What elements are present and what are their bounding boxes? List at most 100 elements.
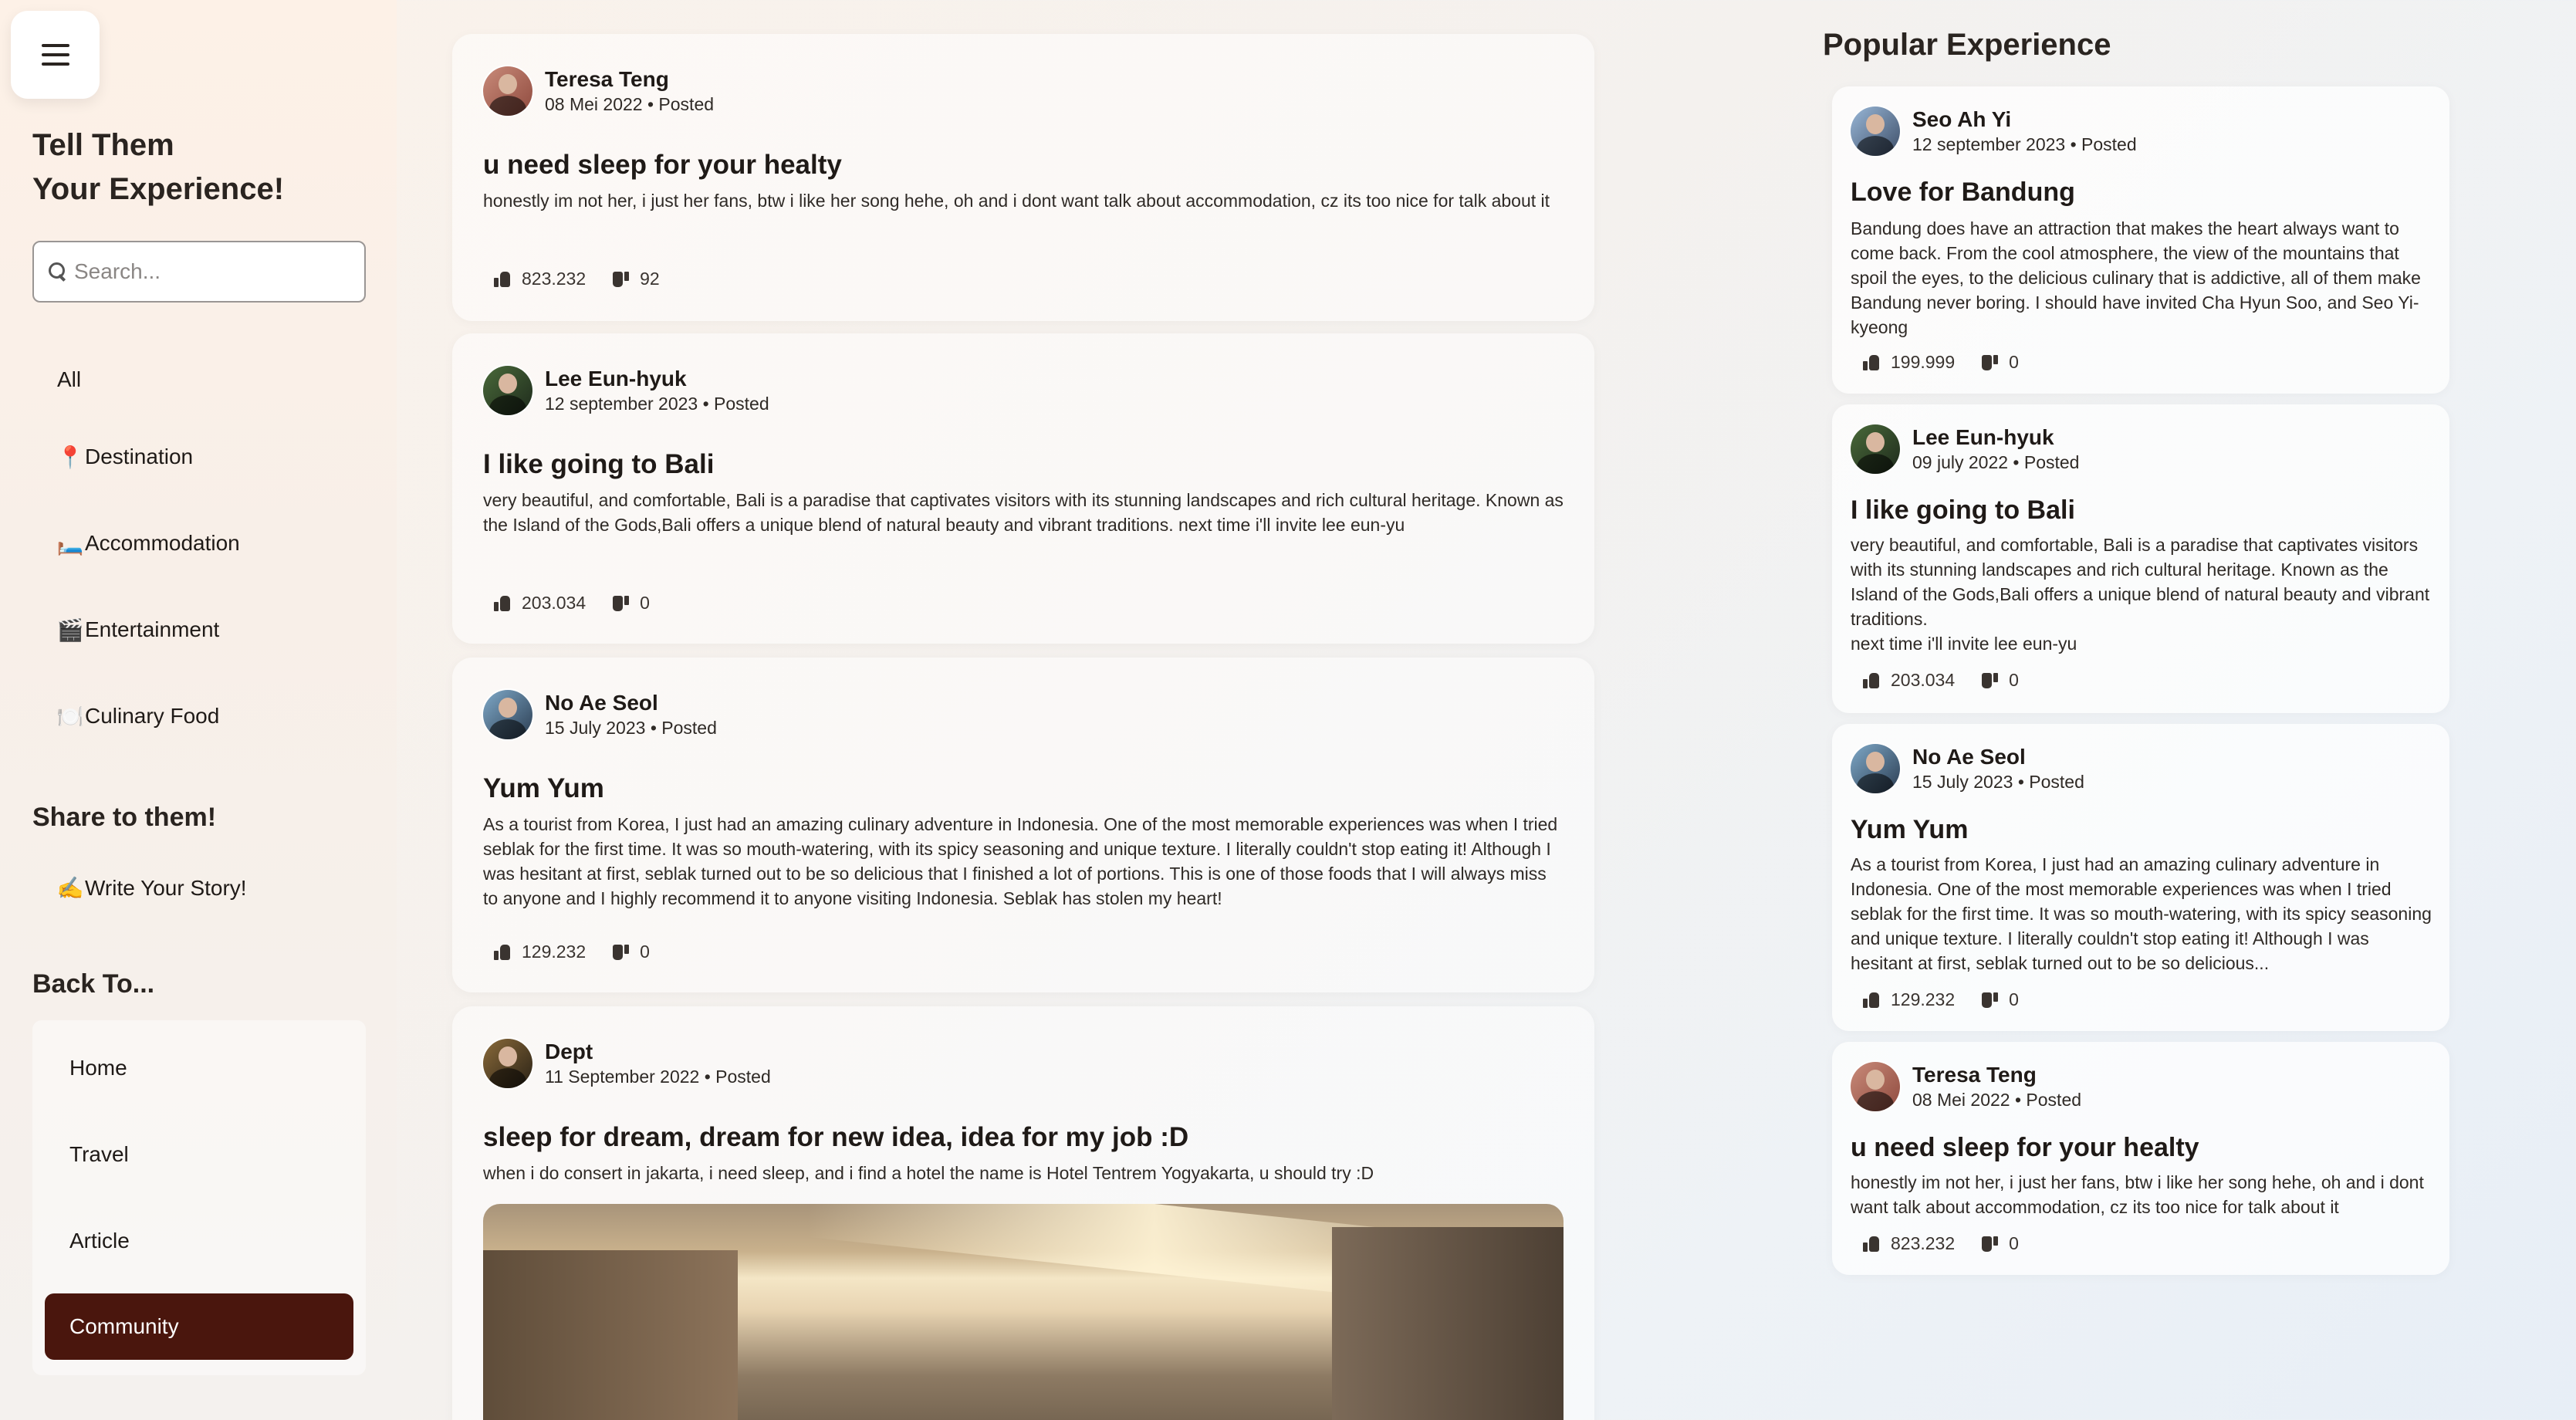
post-meta: 12 september 2023 • Posted (545, 394, 769, 414)
post-card[interactable]: No Ae Seol 15 July 2023 • Posted Yum Yum… (452, 658, 1594, 992)
nav-community[interactable]: Community (45, 1293, 353, 1360)
popular-card[interactable]: Seo Ah Yi 12 september 2023 • Posted Lov… (1832, 86, 2449, 394)
author-name[interactable]: Lee Eun-hyuk (1912, 424, 2079, 451)
thumbs-down-icon[interactable] (612, 272, 629, 287)
post-title[interactable]: sleep for dream, dream for new idea, ide… (483, 1122, 1188, 1153)
nav-article[interactable]: Article (69, 1229, 130, 1253)
post-image-hotel-corridor[interactable] (483, 1204, 1564, 1420)
thumbs-up-icon[interactable] (1863, 992, 1880, 1008)
like-count: 129.232 (522, 942, 587, 962)
avatar[interactable] (1851, 106, 1900, 156)
post-meta: 11 September 2022 • Posted (545, 1067, 771, 1087)
category-culinary-food[interactable]: 🍽️ Culinary Food (32, 673, 372, 759)
post-meta: 09 july 2022 • Posted (1912, 452, 2080, 472)
post-title[interactable]: Yum Yum (1851, 815, 1968, 845)
post-card[interactable]: Lee Eun-hyuk 12 september 2023 • Posted … (452, 333, 1594, 644)
post-title[interactable]: I like going to Bali (1851, 495, 2075, 526)
post-author: Teresa Teng 08 Mei 2022 • Posted (483, 66, 714, 116)
post-body: As a tourist from Korea, I just had an a… (1851, 854, 2432, 973)
post-title[interactable]: Love for Bandung (1851, 178, 2075, 208)
category-all[interactable]: All (32, 346, 372, 414)
plate-icon: 🍽️ (56, 704, 84, 729)
thumbs-down-icon[interactable] (1981, 355, 1998, 370)
post-title[interactable]: u need sleep for your healty (1851, 1133, 2199, 1163)
thumbs-up-icon[interactable] (494, 944, 511, 960)
thumbs-up-icon[interactable] (1863, 672, 1880, 688)
category-entertainment[interactable]: 🎬 Entertainment (32, 587, 372, 673)
author-name[interactable]: Lee Eun-hyuk (545, 366, 769, 392)
post-meta: 08 Mei 2022 • Posted (1912, 1090, 2082, 1110)
post-body: As a tourist from Korea, I just had an a… (483, 814, 1558, 908)
popular-card[interactable]: Teresa Teng 08 Mei 2022 • Posted u need … (1832, 1042, 2449, 1275)
popular-card[interactable]: Lee Eun-hyuk 09 july 2022 • Posted I lik… (1832, 404, 2449, 713)
thumbs-up-icon[interactable] (1863, 1236, 1880, 1252)
post-reactions: 129.232 0 (1863, 989, 2019, 1010)
author-name[interactable]: No Ae Seol (1912, 744, 2084, 770)
like-count: 203.034 (1891, 670, 1956, 690)
popular-card[interactable]: No Ae Seol 15 July 2023 • Posted Yum Yum… (1832, 724, 2449, 1031)
post-body: very beautiful, and comfortable, Bali is… (1851, 532, 2434, 656)
thumbs-down-icon[interactable] (1981, 1236, 1998, 1252)
menu-button[interactable] (11, 11, 100, 99)
sidebar-title-line1: Tell Them (32, 128, 174, 162)
post-author: No Ae Seol 15 July 2023 • Posted (483, 690, 717, 739)
popular-title: Popular Experience (1823, 28, 2111, 62)
post-card[interactable]: Teresa Teng 08 Mei 2022 • Posted u need … (452, 34, 1594, 321)
post-card[interactable]: Dept 11 September 2022 • Posted sleep fo… (452, 1006, 1594, 1420)
author-name[interactable]: Dept (545, 1039, 771, 1065)
sidebar-title-line2: Your Experience! (32, 172, 285, 206)
bed-icon: 🛏️ (56, 531, 84, 556)
nav-travel[interactable]: Travel (69, 1142, 129, 1167)
avatar[interactable] (1851, 1062, 1900, 1111)
search-input[interactable] (74, 259, 360, 284)
category-destination[interactable]: 📍 Destination (32, 414, 372, 500)
dislike-count: 0 (2009, 1233, 2019, 1253)
author-name[interactable]: Teresa Teng (545, 66, 714, 93)
like-count: 203.034 (522, 593, 587, 613)
post-meta: 15 July 2023 • Posted (1912, 772, 2084, 792)
thumbs-up-icon[interactable] (1863, 354, 1880, 370)
author-name[interactable]: No Ae Seol (545, 690, 717, 716)
avatar[interactable] (483, 690, 532, 739)
category-label: All (57, 367, 82, 391)
post-title[interactable]: I like going to Bali (483, 449, 714, 480)
like-count: 823.232 (522, 269, 587, 289)
write-story-link[interactable]: ✍️ Write Your Story! (57, 875, 247, 901)
thumbs-down-icon[interactable] (612, 596, 629, 611)
thumbs-up-icon[interactable] (494, 595, 511, 611)
hamburger-icon (41, 44, 69, 66)
avatar[interactable] (1851, 424, 1900, 474)
post-reactions: 203.034 0 (494, 593, 650, 614)
pin-icon: 📍 (56, 445, 84, 469)
post-author: Teresa Teng 08 Mei 2022 • Posted (1851, 1062, 2081, 1111)
author-name[interactable]: Teresa Teng (1912, 1062, 2081, 1088)
post-body: very beautiful, and comfortable, Bali is… (483, 490, 1564, 535)
sidebar-title: Tell Them Your Experience! (32, 123, 372, 211)
write-story-label: Write Your Story! (85, 875, 247, 900)
share-title: Share to them! (32, 803, 217, 832)
post-reactions: 823.232 92 (494, 269, 660, 289)
dislike-count: 0 (640, 593, 650, 613)
avatar[interactable] (1851, 744, 1900, 793)
avatar[interactable] (483, 66, 532, 116)
dislike-count: 0 (640, 942, 650, 962)
thumbs-up-icon[interactable] (494, 271, 511, 287)
thumbs-down-icon[interactable] (612, 945, 629, 960)
post-meta: 12 september 2023 • Posted (1912, 134, 2137, 154)
search-icon (48, 262, 68, 282)
nav-home[interactable]: Home (69, 1056, 127, 1080)
avatar[interactable] (483, 1039, 532, 1088)
post-title[interactable]: Yum Yum (483, 773, 604, 804)
search-box (32, 241, 366, 303)
category-accommodation[interactable]: 🛏️ Accommodation (32, 500, 372, 587)
avatar[interactable] (483, 366, 532, 415)
post-title[interactable]: u need sleep for your healty (483, 150, 842, 181)
clapperboard-icon: 🎬 (56, 617, 84, 642)
like-count: 823.232 (1891, 1233, 1956, 1253)
post-body: honestly im not her, i just her fans, bt… (483, 191, 1550, 211)
author-name[interactable]: Seo Ah Yi (1912, 106, 2137, 133)
thumbs-down-icon[interactable] (1981, 673, 1998, 688)
thumbs-down-icon[interactable] (1981, 992, 1998, 1008)
post-author: Lee Eun-hyuk 12 september 2023 • Posted (483, 366, 769, 415)
category-label: Destination (85, 445, 194, 468)
